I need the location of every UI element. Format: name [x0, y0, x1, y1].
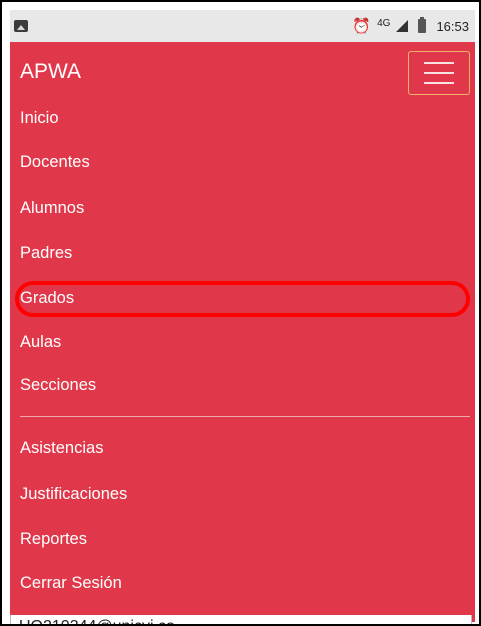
signal-icon: [396, 20, 409, 32]
nav-divider: [20, 416, 470, 417]
nav-item-inicio[interactable]: Inicio: [20, 108, 59, 128]
status-icons: ⏰ 4G 16:53: [352, 17, 475, 35]
status-bar: ⏰ 4G 16:53: [10, 10, 475, 42]
alarm-icon: ⏰: [352, 17, 372, 35]
nav-item-secciones[interactable]: Secciones: [20, 375, 96, 395]
nav-item-justificaciones[interactable]: Justificaciones: [20, 484, 127, 504]
hamburger-icon-line: [424, 62, 454, 64]
nav-item-asistencias[interactable]: Asistencias: [20, 438, 103, 458]
nav-item-alumnos[interactable]: Alumnos: [20, 198, 84, 218]
hamburger-icon-line: [424, 82, 454, 84]
nav-item-reportes[interactable]: Reportes: [20, 529, 87, 549]
menu-toggle-button[interactable]: [408, 51, 470, 95]
nav-item-padres[interactable]: Padres: [20, 243, 72, 263]
network-type: 4G: [377, 17, 391, 29]
screen: ⏰ 4G 16:53 APWA Inicio Docentes Alumnos …: [0, 0, 481, 626]
nav-item-aulas[interactable]: Aulas: [20, 332, 61, 352]
nav-item-cerrar-sesion[interactable]: Cerrar Sesión: [20, 573, 122, 593]
email-field-value: UO210344@unicvi.co: [19, 618, 175, 624]
clock: 16:53: [436, 18, 469, 34]
highlight-annotation: [15, 281, 470, 317]
battery-icon: [418, 17, 427, 33]
navbar: APWA Inicio Docentes Alumnos Padres Grad…: [10, 42, 475, 622]
brand[interactable]: APWA: [20, 60, 81, 84]
hamburger-icon-line: [424, 72, 454, 74]
gallery-icon: [14, 20, 28, 32]
nav-item-docentes[interactable]: Docentes: [20, 152, 90, 172]
